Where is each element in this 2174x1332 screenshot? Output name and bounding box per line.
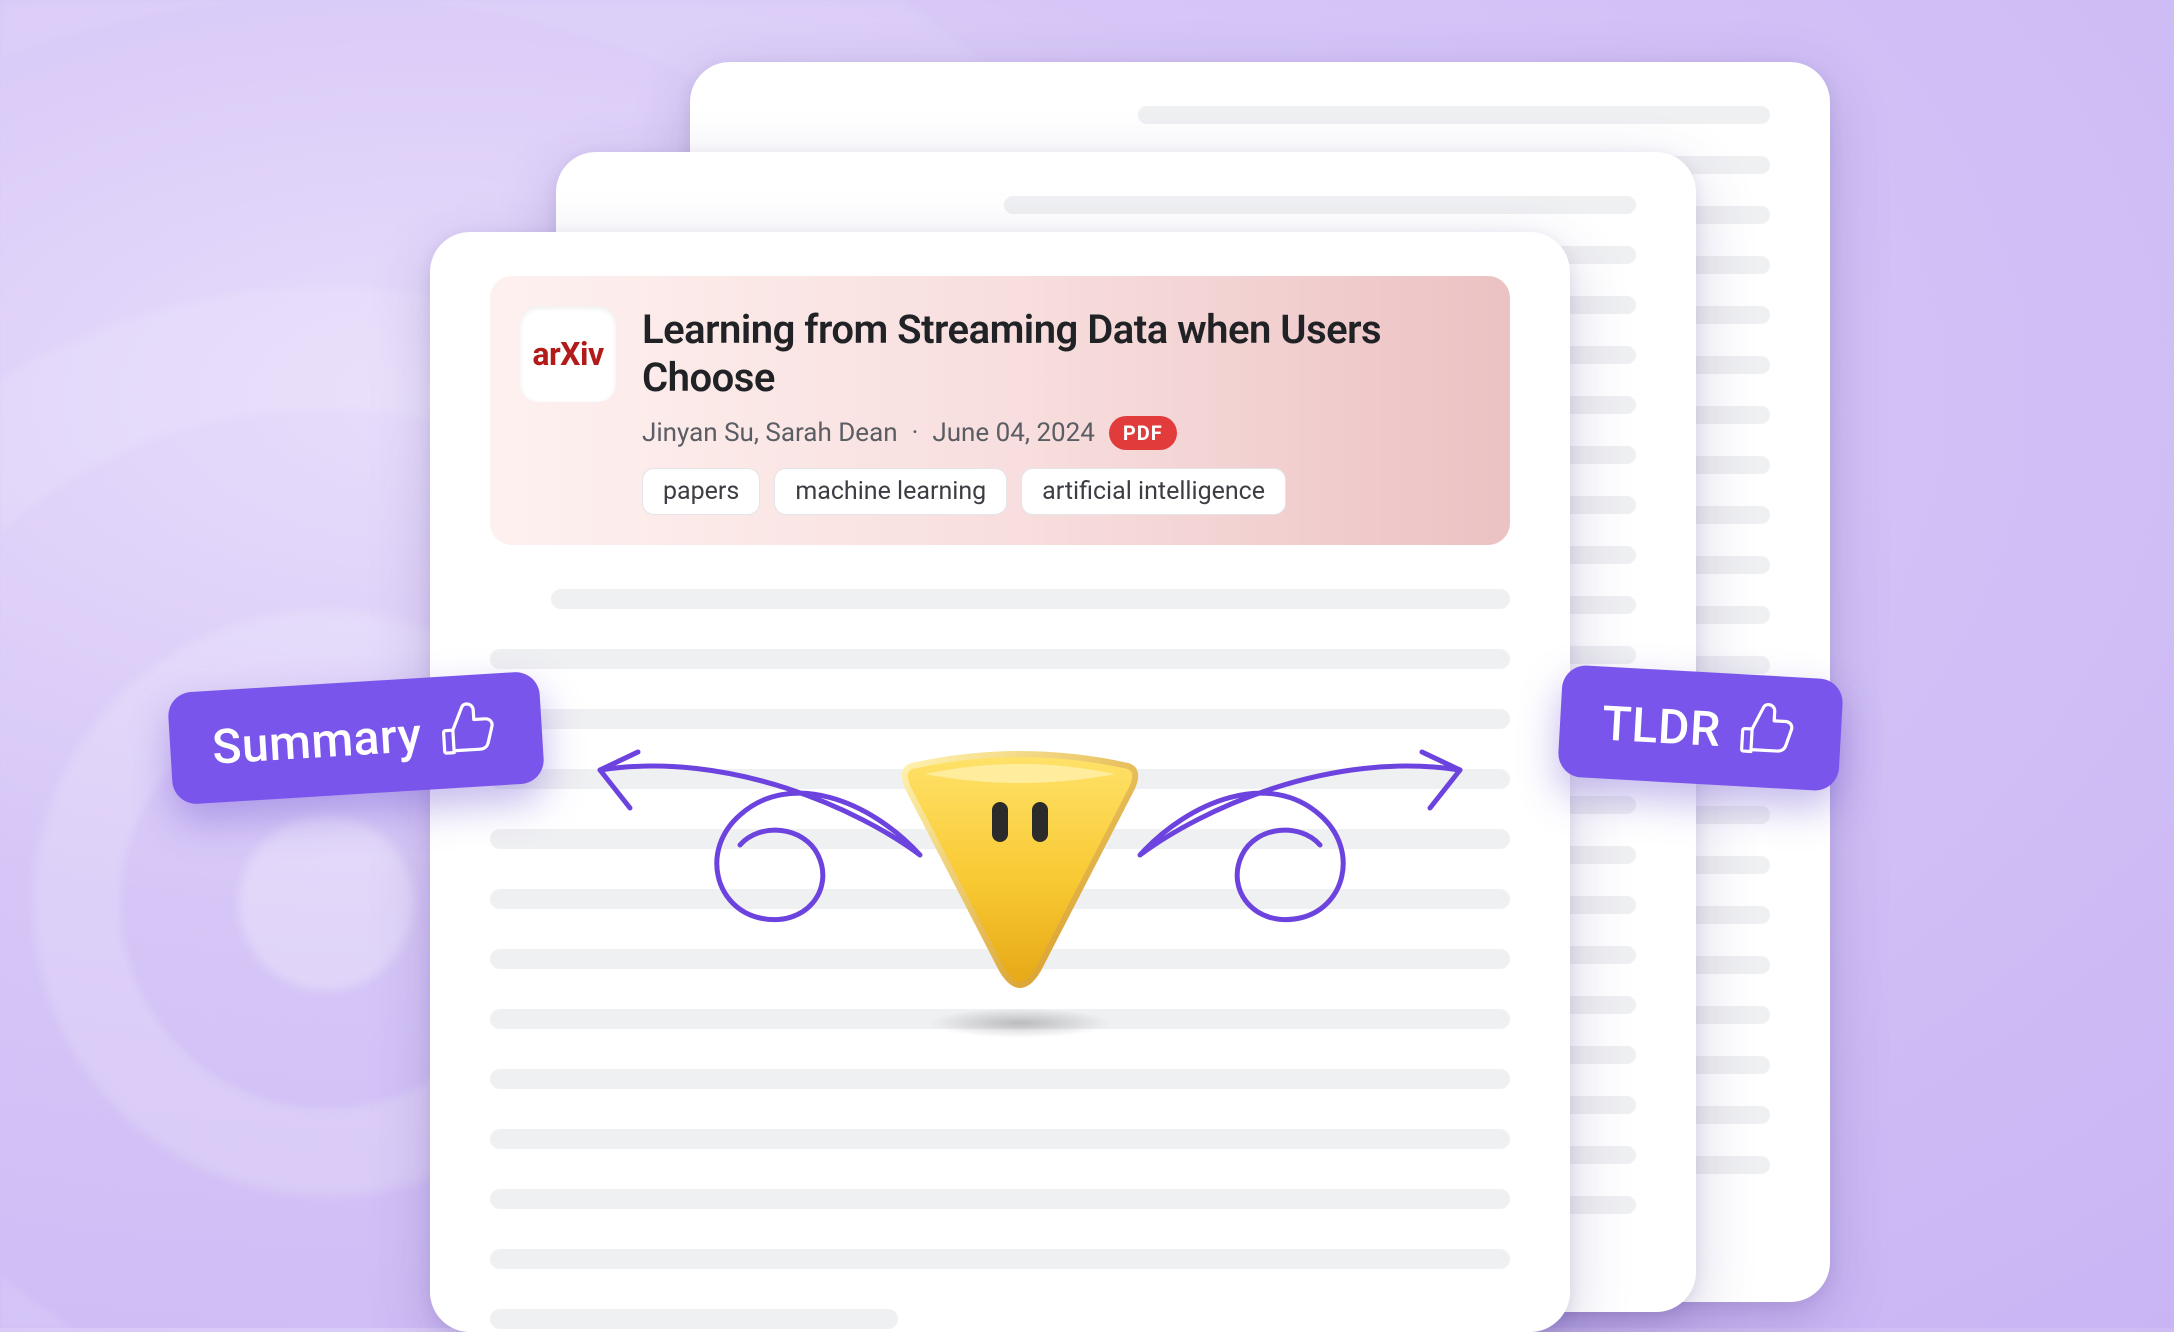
paper-header-body: Learning from Streaming Data when Users …: [642, 306, 1476, 515]
paper-title: Learning from Streaming Data when Users …: [642, 306, 1476, 402]
mascot-shadow: [928, 1008, 1112, 1038]
placeholder-line: [490, 1129, 1510, 1149]
tldr-chip[interactable]: TLDR: [1557, 664, 1844, 791]
placeholder-line: [490, 1309, 898, 1329]
swirl-arrow-right-icon: [1120, 700, 1500, 960]
paper-authors: Jinyan Su, Sarah Dean: [642, 418, 898, 448]
mascot-triangle-icon: [870, 748, 1170, 1038]
placeholder-line: [490, 649, 1510, 669]
placeholder-line: [490, 1069, 1510, 1089]
meta-dot: ·: [912, 418, 919, 448]
tag-papers[interactable]: papers: [642, 468, 760, 515]
source-badge-text: arXiv: [532, 335, 603, 373]
tag-machine-learning[interactable]: machine learning: [774, 468, 1007, 515]
summary-chip-label: Summary: [211, 706, 424, 776]
summary-chip[interactable]: Summary: [167, 671, 545, 805]
placeholder-line: [490, 1249, 1510, 1269]
placeholder-line: [1138, 106, 1770, 124]
source-badge-arxiv: arXiv: [520, 306, 616, 402]
thumbs-up-icon: [1737, 700, 1800, 763]
paper-date: June 04, 2024: [932, 418, 1095, 448]
placeholder-line: [551, 589, 1510, 609]
tldr-chip-label: TLDR: [1601, 694, 1723, 758]
paper-tags: papers machine learning artificial intel…: [642, 468, 1476, 515]
placeholder-line: [490, 1189, 1510, 1209]
paper-header-banner: arXiv Learning from Streaming Data when …: [490, 276, 1510, 545]
promo-stage: arXiv Learning from Streaming Data when …: [0, 0, 2174, 1328]
placeholder-line: [1004, 196, 1636, 214]
tag-artificial-intelligence[interactable]: artificial intelligence: [1021, 468, 1286, 515]
paper-meta-row: Jinyan Su, Sarah Dean · June 04, 2024 PD…: [642, 416, 1476, 450]
thumbs-up-icon: [438, 699, 502, 763]
pdf-badge: PDF: [1109, 416, 1177, 450]
